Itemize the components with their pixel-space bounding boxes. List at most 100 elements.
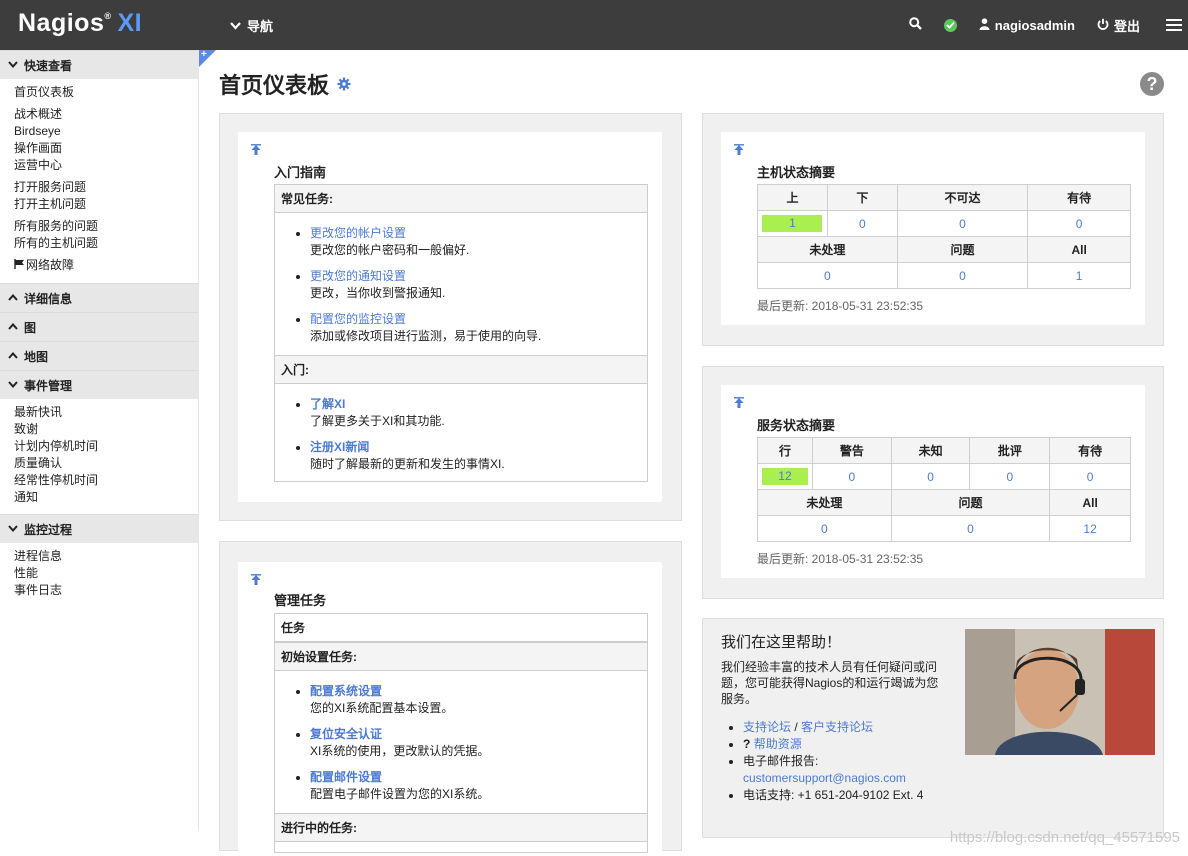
pin-icon[interactable] bbox=[250, 574, 262, 589]
nagios-xi-logo[interactable]: Nagios® XI bbox=[18, 9, 142, 38]
list-item: 支持论坛 / 客户支持论坛 bbox=[743, 719, 951, 736]
service-status-dashlet: 服务状态摘要 行 警告 未知 批评 有待 12 0 0 0 0 未处理 问题 A… bbox=[702, 366, 1164, 599]
sidebar-item-open-service-problems[interactable]: 打开服务问题 bbox=[14, 179, 198, 196]
search-button[interactable] bbox=[908, 17, 922, 33]
sidebar-item-tactical-overview[interactable]: 战术概述 bbox=[14, 106, 198, 123]
list-item: 更改您的帐户设置更改您的帐户密码和一般偏好. bbox=[310, 225, 647, 259]
getting-started-title: 入门指南 bbox=[274, 165, 327, 180]
svc-critical-value[interactable]: 0 bbox=[969, 463, 1051, 490]
section-graphs[interactable]: 图 bbox=[0, 312, 198, 341]
sidebar-item-acknowledgements[interactable]: 致谢 bbox=[14, 421, 198, 438]
page-title-text: 首页仪表板 bbox=[219, 73, 330, 98]
support-agent-photo bbox=[965, 629, 1155, 755]
account-settings-link[interactable]: 更改您的帐户设置 bbox=[310, 226, 406, 240]
pin-icon[interactable] bbox=[733, 397, 745, 412]
section-quickview[interactable]: 快速查看 bbox=[0, 50, 198, 79]
support-help-box: 我们在这里帮助！ 我们经验丰富的技术人员有任何疑问或问题，您可能获得Nagios… bbox=[702, 618, 1164, 838]
task-description: 添加或修改项目进行监测，易于使用的向导. bbox=[310, 329, 542, 343]
sidebar-item-all-service-problems[interactable]: 所有服务的问题 bbox=[14, 218, 198, 235]
logout-button[interactable]: 登出 bbox=[1097, 16, 1140, 35]
svc-warning-value[interactable]: 0 bbox=[811, 463, 892, 490]
sidebar-item-network-outages[interactable]: 网络故障 bbox=[14, 257, 198, 275]
host-down-value[interactable]: 0 bbox=[826, 210, 898, 237]
xi-newsletter-link[interactable]: 注册XI新闻 bbox=[310, 440, 369, 454]
host-col-problems: 问题 bbox=[896, 236, 1029, 263]
help-resources-link[interactable]: 帮助资源 bbox=[754, 737, 802, 751]
sidebar-item-recurring-downtime[interactable]: 经常性停机时间 bbox=[14, 472, 198, 489]
sidebar-item-operations-screen[interactable]: 操作画面 bbox=[14, 140, 198, 157]
host-problems-value[interactable]: 0 bbox=[896, 262, 1029, 289]
navigation-menu-button[interactable]: 导航 bbox=[230, 16, 273, 35]
svc-all-value[interactable]: 12 bbox=[1049, 515, 1131, 542]
svc-col-ok: 行 bbox=[757, 437, 813, 464]
initial-setup-header: 初始设置任务: bbox=[275, 642, 647, 671]
mail-settings-link[interactable]: 配置邮件设置 bbox=[310, 770, 382, 784]
quickview-list: 首页仪表板 战术概述 Birdseye 操作画面 运营中心 打开服务问题 打开主… bbox=[0, 79, 198, 283]
learn-xi-link[interactable]: 了解XI bbox=[310, 397, 345, 411]
reset-credentials-link[interactable]: 复位安全认证 bbox=[310, 727, 382, 741]
svc-pending-value[interactable]: 0 bbox=[1049, 463, 1131, 490]
service-status-title: 服务状态摘要 bbox=[757, 418, 836, 433]
sidebar-item-notifications[interactable]: 通知 bbox=[14, 489, 198, 506]
sidebar-item-home-dashboard[interactable]: 首页仪表板 bbox=[14, 84, 198, 101]
host-status-table: 上 下 不可达 有待 1 0 0 0 未处理 问题 All 0 0 1 bbox=[757, 184, 1131, 289]
host-unhandled-value[interactable]: 0 bbox=[757, 262, 898, 289]
host-status-title: 主机状态摘要 bbox=[757, 165, 836, 180]
task-description: 随时了解最新的更新和发生的事情XI. bbox=[310, 457, 505, 471]
admin-tasks-box: 任务 初始设置任务: 配置系统设置您的XI系统配置基本设置。 复位安全认证 XI系… bbox=[274, 613, 648, 853]
host-pending-value[interactable]: 0 bbox=[1027, 210, 1131, 237]
section-maps[interactable]: 地图 bbox=[0, 341, 198, 370]
user-menu-button[interactable]: nagiosadmin bbox=[979, 18, 1075, 33]
svc-ok-cell[interactable]: 12 bbox=[757, 463, 813, 490]
task-description: 更改您的帐户密码和一般偏好. bbox=[310, 243, 470, 257]
hamburger-menu-icon[interactable] bbox=[1166, 16, 1182, 34]
svc-col-unhandled: 未处理 bbox=[757, 489, 892, 516]
sidebar-item-scheduled-downtime[interactable]: 计划内停机时间 bbox=[14, 438, 198, 455]
svc-ok-value: 12 bbox=[761, 468, 808, 485]
sidebar-item-latest-alerts[interactable]: 最新快讯 bbox=[14, 404, 198, 421]
section-incident-management[interactable]: 事件管理 bbox=[0, 370, 198, 399]
sidebar-item-event-log[interactable]: 事件日志 bbox=[14, 582, 198, 599]
task-description: 配置电子邮件设置为您的XI系统。 bbox=[310, 787, 490, 801]
email-label: 电子邮件报告: bbox=[743, 754, 819, 768]
list-item: ? 帮助资源 bbox=[743, 736, 951, 753]
sidebar-item-operations-center[interactable]: 运营中心 bbox=[14, 157, 198, 174]
notification-settings-link[interactable]: 更改您的通知设置 bbox=[310, 269, 406, 283]
sidebar-item-birdseye[interactable]: Birdseye bbox=[14, 123, 198, 140]
section-details[interactable]: 详细信息 bbox=[0, 283, 198, 312]
host-all-value[interactable]: 1 bbox=[1027, 262, 1131, 289]
host-last-update: 最后更新: 2018-05-31 23:52:35 bbox=[757, 299, 924, 313]
support-forum-link[interactable]: 支持论坛 bbox=[743, 720, 791, 734]
sidebar-item-open-host-problems[interactable]: 打开主机问题 bbox=[14, 196, 198, 213]
svc-unknown-value[interactable]: 0 bbox=[890, 463, 971, 490]
task-description: 更改，当你收到警报通知. bbox=[310, 286, 446, 300]
gear-icon[interactable] bbox=[337, 71, 351, 97]
svc-unhandled-value[interactable]: 0 bbox=[757, 515, 892, 542]
sidebar-item-all-host-problems[interactable]: 所有的主机问题 bbox=[14, 235, 198, 252]
pin-icon[interactable] bbox=[250, 144, 262, 159]
host-unreachable-value[interactable]: 0 bbox=[896, 210, 1029, 237]
admin-tasks-title: 管理任务 bbox=[274, 593, 327, 608]
support-email-link[interactable]: customersupport@nagios.com bbox=[743, 771, 906, 785]
system-status-button[interactable] bbox=[943, 18, 957, 32]
host-col-up: 上 bbox=[757, 184, 828, 211]
monitoring-settings-link[interactable]: 配置您的监控设置 bbox=[310, 312, 406, 326]
help-icon[interactable]: ? bbox=[1140, 72, 1164, 96]
svc-col-critical: 批评 bbox=[969, 437, 1051, 464]
logo-registered-mark: ® bbox=[104, 11, 112, 21]
watermark-text: https://blog.csdn.net/qq_45571595 bbox=[949, 829, 1180, 846]
logout-label: 登出 bbox=[1113, 18, 1140, 34]
section-monitoring-process[interactable]: 监控过程 bbox=[0, 514, 198, 543]
system-settings-link[interactable]: 配置系统设置 bbox=[310, 684, 382, 698]
help-title: 我们在这里帮助！ bbox=[721, 634, 842, 651]
customer-forum-link[interactable]: 客户支持论坛 bbox=[801, 720, 873, 734]
admin-tasks-dashlet: 管理任务 任务 初始设置任务: 配置系统设置您的XI系统配置基本设置。 复位安全… bbox=[219, 541, 682, 853]
sidebar-item-process-info[interactable]: 进程信息 bbox=[14, 548, 198, 565]
svc-problems-value[interactable]: 0 bbox=[890, 515, 1051, 542]
sidebar-item-quality-check[interactable]: 质量确认 bbox=[14, 455, 198, 472]
search-icon bbox=[908, 17, 922, 33]
sidebar-item-performance[interactable]: 性能 bbox=[14, 565, 198, 582]
host-up-cell[interactable]: 1 bbox=[757, 210, 828, 237]
pin-icon[interactable] bbox=[733, 144, 745, 159]
list-item: 配置系统设置您的XI系统配置基本设置。 bbox=[310, 683, 647, 717]
